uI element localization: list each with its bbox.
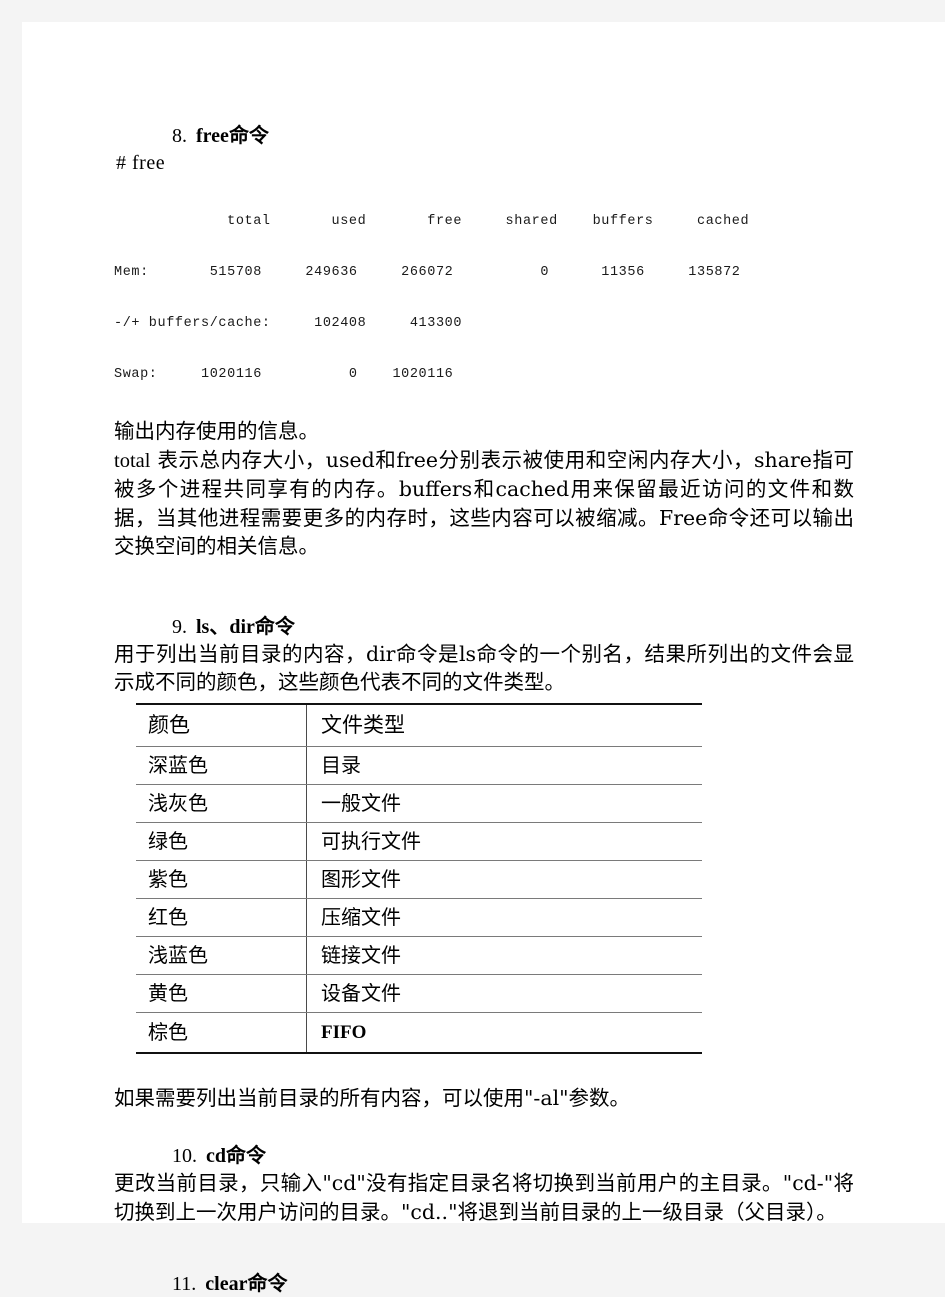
free-description-term: total <box>114 449 151 472</box>
heading-title-latin: cd <box>206 1145 226 1167</box>
cell-filetype: 图形文件 <box>306 860 702 899</box>
cell-color: 黄色 <box>136 974 307 1013</box>
heading-title-cn: 命令 <box>247 1271 288 1295</box>
cell-filetype: 链接文件 <box>306 936 702 975</box>
cell-color: 紫色 <box>136 860 307 899</box>
terminal-row-swap: Swap: 1020116 0 1020116 <box>114 367 454 382</box>
heading-title-cn: 命令 <box>254 613 295 638</box>
free-description-line1: 输出内存使用的信息。 <box>114 419 319 443</box>
heading-title-cn: 命令 <box>226 1143 266 1167</box>
heading-number: 10. <box>172 1145 197 1167</box>
cell-color: 深蓝色 <box>136 746 307 785</box>
table-row: 紫色 图形文件 <box>136 860 702 899</box>
cell-color: 绿色 <box>136 822 307 861</box>
heading-section-9: 9. ls、dir命令 <box>114 613 854 640</box>
table-row: 棕色 FIFO <box>136 1012 702 1054</box>
heading-number: 8. <box>172 125 187 147</box>
heading-title-latin: clear <box>205 1273 248 1295</box>
heading-number: 11. <box>172 1273 197 1295</box>
cell-filetype: 一般文件 <box>306 784 702 823</box>
table-header-row: 颜色 文件类型 <box>136 702 702 747</box>
cell-filetype: 可执行文件 <box>306 822 702 861</box>
heading-number: 9. <box>172 615 187 638</box>
free-description-body: total 表示总内存大小，used和free分别表示被使用和空闲内存大小，sh… <box>114 446 854 561</box>
file-color-table: 颜色 文件类型 深蓝色 目录 浅灰色 一般文件 绿色 可执行文件 紫色 图形文件… <box>136 702 702 1054</box>
table-row: 深蓝色 目录 <box>136 746 702 785</box>
table-header-filetype: 文件类型 <box>306 702 702 747</box>
table-row: 浅蓝色 链接文件 <box>136 936 702 975</box>
cd-description: 更改当前目录，只输入"cd"没有指定目录名将切换到当前用户的主目录。"cd-"将… <box>114 1171 854 1224</box>
cell-color: 红色 <box>136 898 307 937</box>
ls-description: 用于列出当前目录的内容，dir命令是ls命令的一个别名，结果所列出的文件会显示成… <box>114 641 854 695</box>
page-content: 8. free命令 # free total used free shared b… <box>114 122 854 1297</box>
shell-prompt-free: # free <box>116 152 166 174</box>
cell-filetype: FIFO <box>306 1012 702 1054</box>
terminal-row-buffers-cache: -/+ buffers/cache: 102408 413300 <box>114 316 463 331</box>
cell-filetype: 压缩文件 <box>306 898 702 937</box>
table-header-color: 颜色 <box>136 702 307 747</box>
heading-section-11: 11. clear命令 <box>114 1270 854 1297</box>
terminal-row-mem: Mem: 515708 249636 266072 0 11356 135872 <box>114 265 741 280</box>
table-row: 红色 压缩文件 <box>136 898 702 937</box>
ls-footer-note: 如果需要列出当前目录的所有内容，可以使用"-al"参数。 <box>114 1085 631 1110</box>
cell-filetype: 目录 <box>306 746 702 785</box>
cell-color: 浅灰色 <box>136 784 307 823</box>
heading-title-latin: free <box>196 125 229 147</box>
table-row: 浅灰色 一般文件 <box>136 784 702 823</box>
table-row: 绿色 可执行文件 <box>136 822 702 861</box>
heading-section-10: 10. cd命令 <box>114 1142 854 1169</box>
heading-title-latin: ls、dir <box>196 615 255 638</box>
free-description-text: 表示总内存大小，used和free分别表示被使用和空闲内存大小，share指可被… <box>114 447 854 559</box>
cell-color: 浅蓝色 <box>136 936 307 975</box>
terminal-header-row: total used free shared buffers cached <box>114 214 750 229</box>
cell-filetype: 设备文件 <box>306 974 702 1013</box>
heading-section-8: 8. free命令 <box>114 122 854 149</box>
heading-title-cn: 命令 <box>228 123 269 147</box>
document-page: 8. free命令 # free total used free shared b… <box>22 22 945 1295</box>
cell-color: 棕色 <box>136 1012 307 1054</box>
table-row: 黄色 设备文件 <box>136 974 702 1013</box>
terminal-output-free: total used free shared buffers cached Me… <box>114 179 854 417</box>
